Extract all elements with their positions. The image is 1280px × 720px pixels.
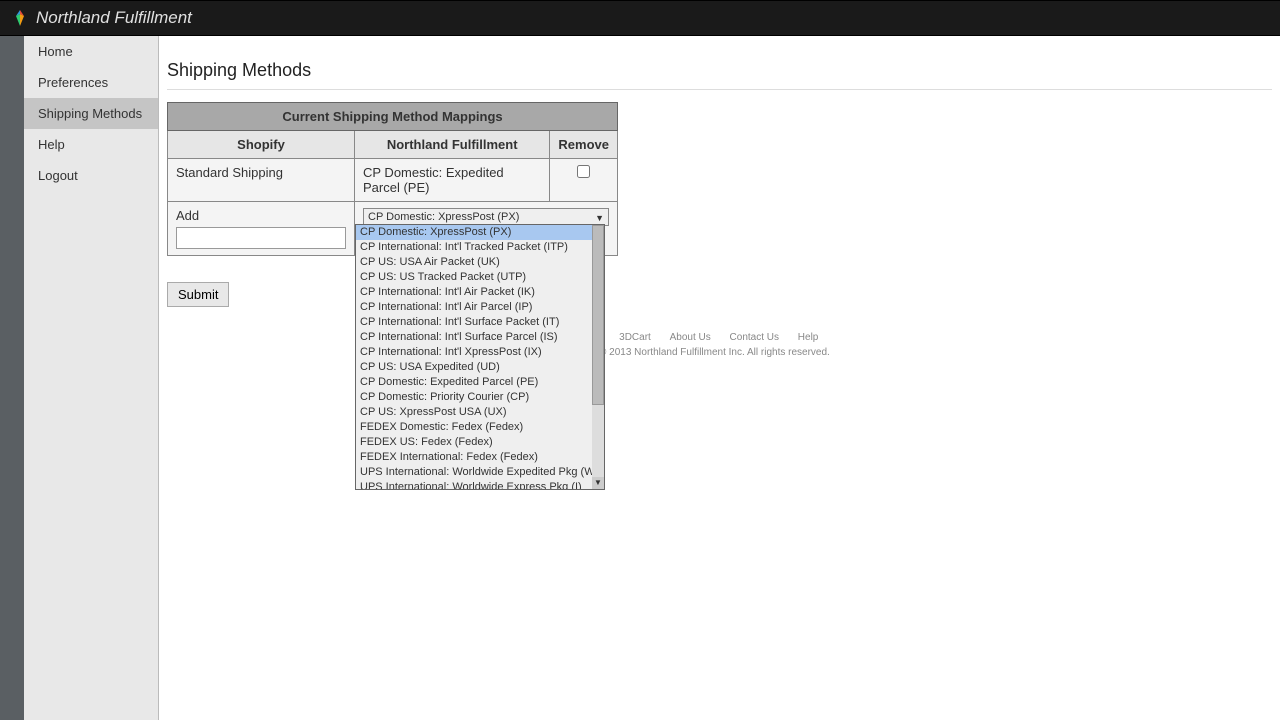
footer-link-aboutus[interactable]: About Us [670, 332, 711, 343]
topbar: Northland Fulfillment [0, 0, 1280, 36]
dropdown-option[interactable]: CP International: Int'l Tracked Packet (… [356, 240, 604, 255]
title-divider [167, 89, 1272, 90]
sidebar-item-home[interactable]: Home [24, 36, 158, 67]
dropdown-option[interactable]: UPS International: Worldwide Express Pkg… [356, 480, 604, 490]
table-caption: Current Shipping Method Mappings [168, 103, 618, 131]
dropdown-option[interactable]: FEDEX Domestic: Fedex (Fedex) [356, 420, 604, 435]
table-header-nf: Northland Fulfillment [355, 131, 550, 159]
page-title: Shipping Methods [167, 60, 1272, 81]
table-row: Standard Shipping CP Domestic: Expedited… [168, 159, 618, 202]
cell-nf: CP Domestic: Expedited Parcel (PE) [355, 159, 550, 202]
nf-method-dropdown[interactable]: CP Domestic: XpressPost (PX)CP Internati… [355, 224, 605, 490]
scrollbar-thumb[interactable] [592, 225, 604, 405]
dropdown-option[interactable]: CP International: Int'l XpressPost (IX) [356, 345, 604, 360]
sidebar-item-logout[interactable]: Logout [24, 160, 158, 191]
add-cell: Add [168, 202, 355, 256]
dropdown-option[interactable]: CP US: XpressPost USA (UX) [356, 405, 604, 420]
left-strip [0, 36, 24, 720]
dropdown-option[interactable]: UPS International: Worldwide Expedited P… [356, 465, 604, 480]
remove-checkbox[interactable] [577, 165, 590, 178]
dropdown-option[interactable]: FEDEX US: Fedex (Fedex) [356, 435, 604, 450]
select-cell: CP Domestic: XpressPost (PX) CP Domestic… [355, 202, 618, 256]
cell-shopify: Standard Shipping [168, 159, 355, 202]
brand-logo-icon [10, 8, 30, 28]
dropdown-option[interactable]: CP US: US Tracked Packet (UTP) [356, 270, 604, 285]
dropdown-option[interactable]: CP International: Int'l Surface Parcel (… [356, 330, 604, 345]
mapping-table: Current Shipping Method Mappings Shopify… [167, 102, 618, 256]
main-content: Shipping Methods Current Shipping Method… [159, 36, 1280, 720]
sidebar: Home Preferences Shipping Methods Help L… [24, 36, 159, 720]
cell-remove [550, 159, 618, 202]
dropdown-option[interactable]: CP Domestic: Priority Courier (CP) [356, 390, 604, 405]
dropdown-option[interactable]: FEDEX International: Fedex (Fedex) [356, 450, 604, 465]
dropdown-option[interactable]: CP International: Int'l Surface Packet (… [356, 315, 604, 330]
add-input[interactable] [176, 227, 346, 249]
dropdown-option[interactable]: CP Domestic: Expedited Parcel (PE) [356, 375, 604, 390]
dropdown-option[interactable]: CP International: Int'l Air Parcel (IP) [356, 300, 604, 315]
table-header-remove: Remove [550, 131, 618, 159]
dropdown-option[interactable]: CP International: Int'l Air Packet (IK) [356, 285, 604, 300]
footer-copyright: © 2013 Northland Fulfillment Inc. All ri… [599, 347, 830, 358]
footer-link-help[interactable]: Help [798, 332, 819, 343]
dropdown-scrollbar[interactable]: ▼ [592, 225, 604, 489]
sidebar-item-help[interactable]: Help [24, 129, 158, 160]
scrollbar-arrow-down-icon[interactable]: ▼ [592, 477, 604, 489]
brand-title: Northland Fulfillment [36, 8, 192, 28]
add-label: Add [176, 208, 346, 223]
submit-button[interactable]: Submit [167, 282, 229, 307]
footer-link-contactus[interactable]: Contact Us [730, 332, 779, 343]
dropdown-option[interactable]: CP Domestic: XpressPost (PX) [356, 225, 604, 240]
footer-link-3dcart[interactable]: 3DCart [619, 332, 651, 343]
dropdown-option[interactable]: CP US: USA Expedited (UD) [356, 360, 604, 375]
table-header-shopify: Shopify [168, 131, 355, 159]
dropdown-option[interactable]: CP US: USA Air Packet (UK) [356, 255, 604, 270]
sidebar-item-preferences[interactable]: Preferences [24, 67, 158, 98]
sidebar-item-shipping-methods[interactable]: Shipping Methods [24, 98, 158, 129]
